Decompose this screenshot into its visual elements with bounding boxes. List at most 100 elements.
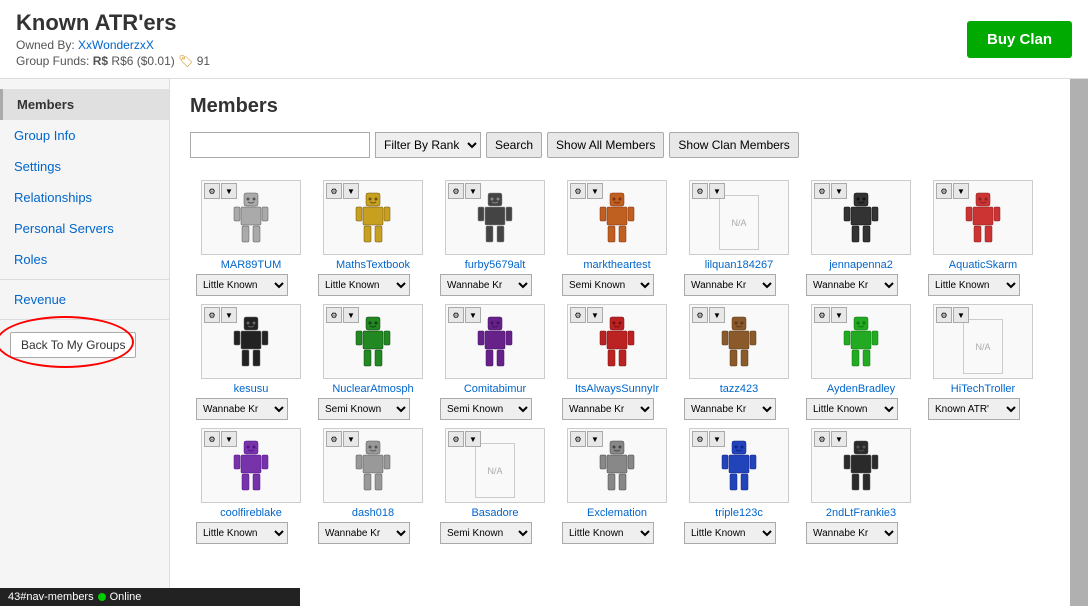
member-rank-select[interactable]: Little KnownWannabe KrSemi KnownKnown AT… bbox=[562, 398, 654, 420]
avatar-gear-btn[interactable]: ⚙ bbox=[326, 183, 342, 199]
filter-rank-select[interactable]: Filter By Rank Little Known Wannabe Kr S… bbox=[375, 132, 481, 158]
member-rank-select[interactable]: Little KnownWannabe KrSemi KnownKnown AT… bbox=[318, 398, 410, 420]
member-rank-select[interactable]: Little KnownWannabe KrSemi KnownKnown AT… bbox=[440, 522, 532, 544]
sidebar-item-revenue[interactable]: Revenue bbox=[0, 284, 169, 315]
avatar-figure bbox=[231, 316, 271, 377]
member-rank-select[interactable]: Little KnownWannabe KrSemi KnownKnown AT… bbox=[928, 274, 1020, 296]
member-rank-select[interactable]: Little KnownWannabe KrSemi KnownKnown AT… bbox=[684, 274, 776, 296]
member-rank-select[interactable]: Little KnownWannabe KrSemi KnownKnown AT… bbox=[196, 274, 288, 296]
member-rank-select[interactable]: Little KnownWannabe KrSemi KnownKnown AT… bbox=[684, 522, 776, 544]
member-name-link[interactable]: kesusu bbox=[196, 383, 306, 395]
member-rank-select[interactable]: Little KnownWannabe KrSemi KnownKnown AT… bbox=[562, 274, 654, 296]
sidebar-item-settings[interactable]: Settings bbox=[0, 151, 169, 182]
member-name-link[interactable]: Comitabimur bbox=[440, 383, 550, 395]
member-name-link[interactable]: dash018 bbox=[318, 507, 428, 519]
avatar-down-btn[interactable]: ▼ bbox=[221, 183, 237, 199]
member-name-link[interactable]: triple123c bbox=[684, 507, 794, 519]
sidebar-item-relationships[interactable]: Relationships bbox=[0, 182, 169, 213]
show-all-members-button[interactable]: Show All Members bbox=[547, 132, 664, 158]
sidebar-item-members[interactable]: Members bbox=[0, 89, 169, 120]
avatar-gear-btn[interactable]: ⚙ bbox=[448, 183, 464, 199]
avatar-gear-btn[interactable]: ⚙ bbox=[692, 307, 708, 323]
member-name-link[interactable]: NuclearAtmosph bbox=[318, 383, 428, 395]
member-rank-select[interactable]: Little KnownWannabe KrSemi KnownKnown AT… bbox=[684, 398, 776, 420]
avatar-gear-btn[interactable]: ⚙ bbox=[692, 183, 708, 199]
avatar-down-btn[interactable]: ▼ bbox=[587, 183, 603, 199]
member-name-link[interactable]: lilquan184267 bbox=[684, 259, 794, 271]
avatar-down-btn[interactable]: ▼ bbox=[465, 431, 481, 447]
member-rank-select[interactable]: Little KnownWannabe KrSemi KnownKnown AT… bbox=[562, 522, 654, 544]
avatar-gear-btn[interactable]: ⚙ bbox=[570, 431, 586, 447]
member-name-link[interactable]: Exclemation bbox=[562, 507, 672, 519]
member-rank-select[interactable]: Little KnownWannabe KrSemi KnownKnown AT… bbox=[806, 274, 898, 296]
member-rank-select[interactable]: Little KnownWannabe KrSemi KnownKnown AT… bbox=[440, 398, 532, 420]
avatar-down-btn[interactable]: ▼ bbox=[221, 431, 237, 447]
avatar-down-btn[interactable]: ▼ bbox=[953, 183, 969, 199]
member-name-link[interactable]: Basadore bbox=[440, 507, 550, 519]
buy-clan-button[interactable]: Buy Clan bbox=[967, 21, 1072, 58]
member-avatar-box: ⚙ ▼ bbox=[567, 180, 667, 255]
member-rank-select[interactable]: Little KnownWannabe KrSemi KnownKnown AT… bbox=[928, 398, 1020, 420]
sidebar-item-group-info[interactable]: Group Info bbox=[0, 120, 169, 151]
member-rank-select[interactable]: Little KnownWannabe KrSemi KnownKnown AT… bbox=[318, 522, 410, 544]
avatar-gear-btn[interactable]: ⚙ bbox=[570, 183, 586, 199]
avatar-gear-btn[interactable]: ⚙ bbox=[814, 183, 830, 199]
search-button[interactable]: Search bbox=[486, 132, 542, 158]
avatar-gear-btn[interactable]: ⚙ bbox=[204, 307, 220, 323]
avatar-gear-btn[interactable]: ⚙ bbox=[326, 307, 342, 323]
avatar-gear-btn[interactable]: ⚙ bbox=[204, 431, 220, 447]
avatar-down-btn[interactable]: ▼ bbox=[831, 431, 847, 447]
avatar-down-btn[interactable]: ▼ bbox=[587, 307, 603, 323]
avatar-down-btn[interactable]: ▼ bbox=[465, 183, 481, 199]
member-name-link[interactable]: marktheartest bbox=[562, 259, 672, 271]
member-rank-select[interactable]: Little KnownWannabe KrSemi KnownKnown AT… bbox=[196, 522, 288, 544]
member-rank-select[interactable]: Little KnownWannabe KrSemi KnownKnown AT… bbox=[318, 274, 410, 296]
show-clan-members-button[interactable]: Show Clan Members bbox=[669, 132, 798, 158]
avatar-down-btn[interactable]: ▼ bbox=[831, 307, 847, 323]
member-name-link[interactable]: MAR89TUM bbox=[196, 259, 306, 271]
sidebar-divider2 bbox=[0, 319, 169, 320]
member-avatar-box: ⚙ ▼ N/A bbox=[933, 304, 1033, 379]
member-name-link[interactable]: ItsAlwaysSunnyIr bbox=[562, 383, 672, 395]
avatar-down-btn[interactable]: ▼ bbox=[343, 183, 359, 199]
member-name-link[interactable]: jennapenna2 bbox=[806, 259, 916, 271]
right-scrollbar[interactable] bbox=[1070, 79, 1088, 606]
member-name-link[interactable]: AydenBradley bbox=[806, 383, 916, 395]
avatar-down-btn[interactable]: ▼ bbox=[709, 431, 725, 447]
avatar-down-btn[interactable]: ▼ bbox=[587, 431, 603, 447]
member-name-link[interactable]: 2ndLtFrankie3 bbox=[806, 507, 916, 519]
member-name-link[interactable]: MathsTextbook bbox=[318, 259, 428, 271]
avatar-gear-btn[interactable]: ⚙ bbox=[326, 431, 342, 447]
avatar-down-btn[interactable]: ▼ bbox=[709, 307, 725, 323]
sidebar-item-roles[interactable]: Roles bbox=[0, 244, 169, 275]
owner-link[interactable]: XxWonderzxX bbox=[78, 38, 154, 52]
member-rank-select[interactable]: Little KnownWannabe KrSemi KnownKnown AT… bbox=[806, 522, 898, 544]
member-name-link[interactable]: AquaticSkarm bbox=[928, 259, 1038, 271]
member-rank-select[interactable]: Little KnownWannabe KrSemi KnownKnown AT… bbox=[806, 398, 898, 420]
member-rank-select[interactable]: Little KnownWannabe KrSemi KnownKnown AT… bbox=[196, 398, 288, 420]
member-name-link[interactable]: tazz423 bbox=[684, 383, 794, 395]
avatar-down-btn[interactable]: ▼ bbox=[831, 183, 847, 199]
sidebar-item-personal-servers[interactable]: Personal Servers bbox=[0, 213, 169, 244]
member-name-link[interactable]: HiTechTroller bbox=[928, 383, 1038, 395]
avatar-gear-btn[interactable]: ⚙ bbox=[448, 307, 464, 323]
back-to-groups-button[interactable]: Back To My Groups bbox=[10, 332, 136, 358]
avatar-down-btn[interactable]: ▼ bbox=[221, 307, 237, 323]
avatar-gear-btn[interactable]: ⚙ bbox=[936, 307, 952, 323]
avatar-down-btn[interactable]: ▼ bbox=[343, 307, 359, 323]
avatar-gear-btn[interactable]: ⚙ bbox=[204, 183, 220, 199]
member-rank-select[interactable]: Little KnownWannabe KrSemi KnownKnown AT… bbox=[440, 274, 532, 296]
avatar-down-btn[interactable]: ▼ bbox=[709, 183, 725, 199]
avatar-gear-btn[interactable]: ⚙ bbox=[936, 183, 952, 199]
avatar-down-btn[interactable]: ▼ bbox=[343, 431, 359, 447]
avatar-gear-btn[interactable]: ⚙ bbox=[448, 431, 464, 447]
avatar-down-btn[interactable]: ▼ bbox=[953, 307, 969, 323]
search-input[interactable] bbox=[190, 132, 370, 158]
avatar-gear-btn[interactable]: ⚙ bbox=[814, 431, 830, 447]
avatar-gear-btn[interactable]: ⚙ bbox=[570, 307, 586, 323]
avatar-down-btn[interactable]: ▼ bbox=[465, 307, 481, 323]
member-name-link[interactable]: coolfireblake bbox=[196, 507, 306, 519]
member-name-link[interactable]: furby5679alt bbox=[440, 259, 550, 271]
avatar-gear-btn[interactable]: ⚙ bbox=[692, 431, 708, 447]
avatar-gear-btn[interactable]: ⚙ bbox=[814, 307, 830, 323]
